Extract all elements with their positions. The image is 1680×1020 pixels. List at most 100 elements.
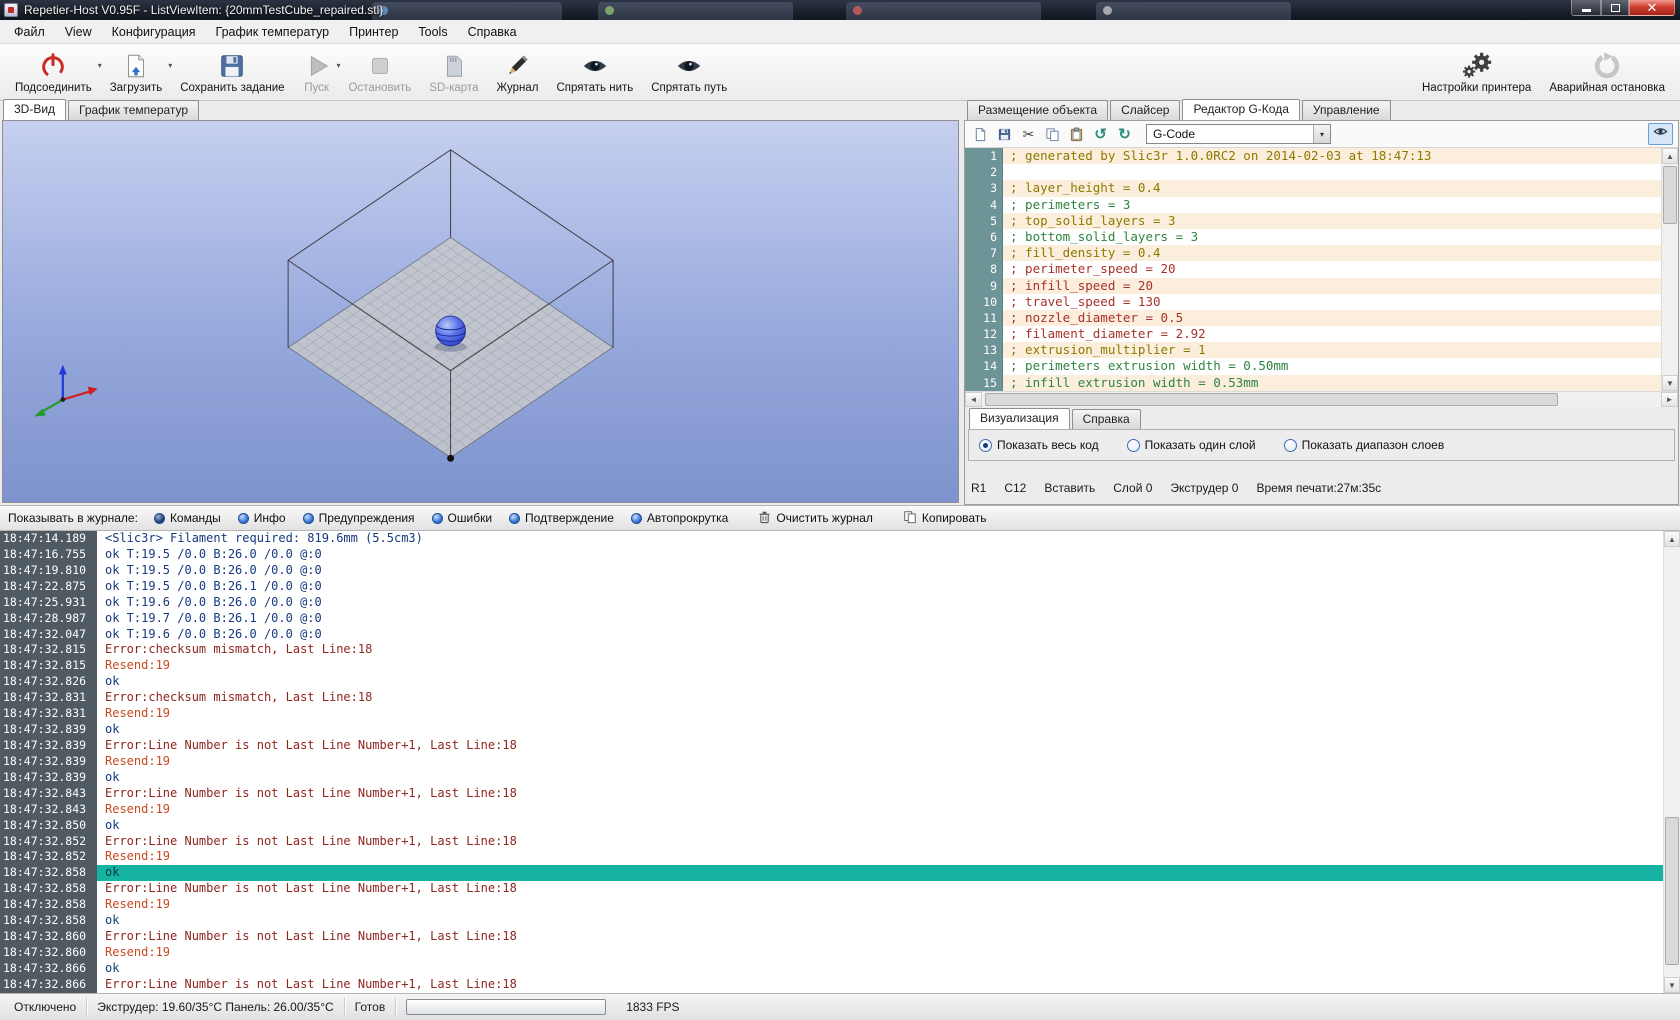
close-button[interactable]: ✕ bbox=[1629, 0, 1675, 16]
code-line[interactable]: 6 ; bottom_solid_layers = 3 bbox=[965, 229, 1661, 245]
minimize-button[interactable] bbox=[1571, 0, 1601, 16]
printer-settings-button[interactable]: Настройки принтера bbox=[1413, 45, 1540, 99]
menu-item[interactable]: Справка bbox=[458, 21, 527, 43]
gcode-code-area[interactable]: 1 ; generated by Slic3r 1.0.0RC2 on 2014… bbox=[965, 148, 1678, 391]
tab-temperature-graph[interactable]: График температур bbox=[68, 100, 199, 120]
scroll-down-arrow[interactable]: ▼ bbox=[1662, 375, 1678, 391]
journal-button[interactable]: Журнал bbox=[487, 45, 547, 99]
scrollbar-thumb[interactable] bbox=[1663, 166, 1677, 224]
save-file-icon[interactable] bbox=[994, 124, 1015, 145]
code-line[interactable]: 9 ; infill_speed = 20 bbox=[965, 278, 1661, 294]
load-button[interactable]: Загрузить ▾ bbox=[101, 45, 172, 99]
clear-log-button[interactable]: Очистить журнал bbox=[758, 510, 873, 527]
log-filter-toggle[interactable]: Команды bbox=[154, 511, 221, 525]
log-row[interactable]: 18:47:16.755 ok T:19.5 /0.0 B:26.0 /0.0 … bbox=[0, 547, 1663, 563]
tab-3d-view[interactable]: 3D-Вид bbox=[3, 99, 66, 120]
code-line[interactable]: 14 ; perimeters extrusion width = 0.50mm bbox=[965, 358, 1661, 374]
tab-visualization[interactable]: Визуализация bbox=[969, 408, 1070, 429]
log-vertical-scrollbar[interactable]: ▲ ▼ bbox=[1663, 531, 1680, 993]
menu-item[interactable]: Конфигурация bbox=[102, 21, 206, 43]
sd-card-button[interactable]: SD-карта bbox=[420, 45, 487, 99]
editor-vertical-scrollbar[interactable]: ▲ ▼ bbox=[1661, 148, 1678, 391]
scroll-down-arrow[interactable]: ▼ bbox=[1664, 977, 1680, 993]
log-row[interactable]: 18:47:32.866 ok bbox=[0, 961, 1663, 977]
tab-gcode-editor[interactable]: Редактор G-Кода bbox=[1182, 99, 1299, 120]
log-row[interactable]: 18:47:19.810 ok T:19.5 /0.0 B:26.0 /0.0 … bbox=[0, 563, 1663, 579]
log-row[interactable]: 18:47:25.931 ok T:19.6 /0.0 B:26.0 /0.0 … bbox=[0, 595, 1663, 611]
editor-horizontal-scrollbar[interactable]: ◄ ► bbox=[965, 391, 1678, 407]
code-line[interactable]: 3 ; layer_height = 0.4 bbox=[965, 180, 1661, 196]
stop-button[interactable]: Остановить bbox=[340, 45, 421, 99]
log-row[interactable]: 18:47:32.866 Error:Line Number is not La… bbox=[0, 977, 1663, 993]
log-row[interactable]: 18:47:32.850 ok bbox=[0, 818, 1663, 834]
log-row[interactable]: 18:47:32.843 Resend:19 bbox=[0, 802, 1663, 818]
log-row[interactable]: 18:47:32.047 ok T:19.6 /0.0 B:26.0 /0.0 … bbox=[0, 627, 1663, 643]
code-line[interactable]: 15 ; infill extrusion width = 0.53mm bbox=[965, 375, 1661, 391]
menu-item[interactable]: Файл bbox=[4, 21, 55, 43]
code-line[interactable]: 13 ; extrusion_multiplier = 1 bbox=[965, 342, 1661, 358]
menu-item[interactable]: График температур bbox=[206, 21, 340, 43]
log-row[interactable]: 18:47:28.987 ok T:19.7 /0.0 B:26.1 /0.0 … bbox=[0, 611, 1663, 627]
log-row[interactable]: 18:47:32.843 Error:Line Number is not La… bbox=[0, 786, 1663, 802]
gcode-type-select[interactable]: G-Code ▾ bbox=[1146, 124, 1331, 144]
hide-filament-button[interactable]: Спрятать нить bbox=[547, 45, 642, 99]
cut-icon[interactable]: ✂ bbox=[1018, 124, 1039, 145]
log-row[interactable]: 18:47:32.815 Resend:19 bbox=[0, 658, 1663, 674]
radio-option[interactable]: Показать диапазон слоев bbox=[1284, 438, 1445, 452]
log-row[interactable]: 18:47:32.852 Resend:19 bbox=[0, 849, 1663, 865]
radio-option[interactable]: Показать один слой bbox=[1127, 438, 1256, 452]
tab-slicer[interactable]: Слайсер bbox=[1110, 100, 1180, 120]
emergency-stop-button[interactable]: Аварийная остановка bbox=[1540, 45, 1674, 99]
hide-travel-button[interactable]: Спрятать путь bbox=[642, 45, 736, 99]
code-line[interactable]: 2 bbox=[965, 164, 1661, 180]
scroll-left-arrow[interactable]: ◄ bbox=[965, 392, 982, 407]
code-line[interactable]: 7 ; fill_density = 0.4 bbox=[965, 245, 1661, 261]
menu-item[interactable]: View bbox=[55, 21, 102, 43]
undo-icon[interactable]: ↺ bbox=[1090, 124, 1111, 145]
log-filter-toggle[interactable]: Инфо bbox=[238, 511, 286, 525]
log-row[interactable]: 18:47:32.858 ok bbox=[0, 865, 1663, 881]
combo-arrow-icon[interactable]: ▾ bbox=[1313, 125, 1330, 143]
save-job-button[interactable]: Сохранить задание bbox=[171, 45, 293, 99]
log-row[interactable]: 18:47:32.839 ok bbox=[0, 770, 1663, 786]
run-button[interactable]: Пуск ▾ bbox=[294, 45, 340, 99]
preview-toggle-button[interactable] bbox=[1648, 123, 1673, 145]
log-row[interactable]: 18:47:32.839 ok bbox=[0, 722, 1663, 738]
code-line[interactable]: 12 ; filament_diameter = 2.92 bbox=[965, 326, 1661, 342]
code-line[interactable]: 11 ; nozzle_diameter = 0.5 bbox=[965, 310, 1661, 326]
redo-icon[interactable]: ↻ bbox=[1114, 124, 1135, 145]
copy-log-button[interactable]: Копировать bbox=[903, 510, 987, 527]
log-row[interactable]: 18:47:32.831 Resend:19 bbox=[0, 706, 1663, 722]
log-filter-toggle[interactable]: Автопрокрутка bbox=[631, 511, 728, 525]
code-line[interactable]: 5 ; top_solid_layers = 3 bbox=[965, 213, 1661, 229]
new-file-icon[interactable] bbox=[970, 124, 991, 145]
code-line[interactable]: 8 ; perimeter_speed = 20 bbox=[965, 261, 1661, 277]
scroll-up-arrow[interactable]: ▲ bbox=[1664, 531, 1680, 547]
log-row[interactable]: 18:47:32.815 Error:checksum mismatch, La… bbox=[0, 642, 1663, 658]
log-row[interactable]: 18:47:14.189 <Slic3r> Filament required:… bbox=[0, 531, 1663, 547]
scrollbar-thumb[interactable] bbox=[985, 393, 1558, 406]
scrollbar-thumb[interactable] bbox=[1665, 817, 1679, 965]
tab-help[interactable]: Справка bbox=[1072, 409, 1141, 429]
menu-item[interactable]: Tools bbox=[408, 21, 457, 43]
log-filter-toggle[interactable]: Подтверждение bbox=[509, 511, 614, 525]
menu-item[interactable]: Принтер bbox=[339, 21, 408, 43]
log-row[interactable]: 18:47:32.858 Error:Line Number is not La… bbox=[0, 881, 1663, 897]
scroll-right-arrow[interactable]: ► bbox=[1661, 392, 1678, 407]
viewport-3d[interactable] bbox=[2, 120, 959, 503]
log-row[interactable]: 18:47:32.860 Resend:19 bbox=[0, 945, 1663, 961]
maximize-button[interactable] bbox=[1601, 0, 1629, 16]
log-row[interactable]: 18:47:32.839 Error:Line Number is not La… bbox=[0, 738, 1663, 754]
log-row[interactable]: 18:47:32.858 Resend:19 bbox=[0, 897, 1663, 913]
code-line[interactable]: 4 ; perimeters = 3 bbox=[965, 197, 1661, 213]
log-filter-toggle[interactable]: Ошибки bbox=[432, 511, 493, 525]
log-row[interactable]: 18:47:32.852 Error:Line Number is not La… bbox=[0, 834, 1663, 850]
radio-option[interactable]: Показать весь код bbox=[979, 438, 1099, 452]
tab-control[interactable]: Управление bbox=[1302, 100, 1391, 120]
connect-button[interactable]: Подсоединить ▾ bbox=[6, 45, 101, 99]
log-filter-toggle[interactable]: Предупреждения bbox=[303, 511, 415, 525]
scroll-up-arrow[interactable]: ▲ bbox=[1662, 148, 1678, 164]
log-row[interactable]: 18:47:32.826 ok bbox=[0, 674, 1663, 690]
copy-icon[interactable] bbox=[1042, 124, 1063, 145]
log-row[interactable]: 18:47:22.875 ok T:19.5 /0.0 B:26.1 /0.0 … bbox=[0, 579, 1663, 595]
